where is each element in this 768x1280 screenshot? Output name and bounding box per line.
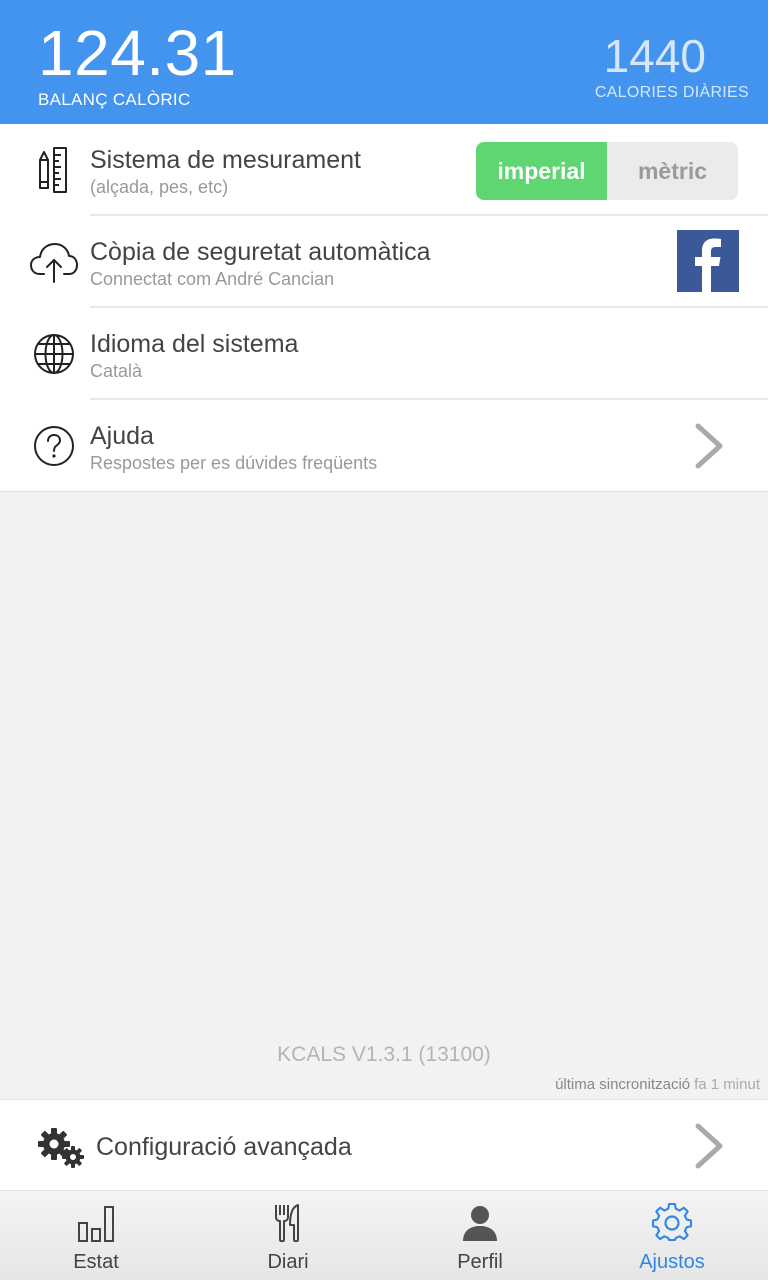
caloric-balance-label: BALANÇ CALÒRIC	[38, 90, 191, 109]
tab-label: Perfil	[457, 1251, 503, 1273]
pencil-ruler-icon	[39, 147, 67, 193]
chevron-right-icon[interactable]	[692, 422, 728, 470]
facebook-button[interactable]	[677, 230, 739, 292]
unit-toggle[interactable]: imperial mètric	[476, 142, 738, 200]
setting-help[interactable]: Ajuda Respostes per es dúvides freqüents	[0, 400, 768, 492]
help-icon	[34, 426, 74, 466]
fork-knife-icon	[275, 1204, 299, 1243]
advanced-settings-label: Configuració avançada	[96, 1133, 352, 1161]
setting-title: Ajuda	[90, 422, 154, 450]
tab-ajustos[interactable]: Ajustos	[576, 1191, 768, 1280]
setting-subtitle: Respostes per es dúvides freqüents	[90, 453, 378, 473]
divider	[0, 491, 768, 492]
setting-system-language[interactable]: Idioma del sistema Català	[0, 308, 768, 400]
daily-calories-value: 1440	[603, 30, 706, 82]
tab-perfil[interactable]: Perfil	[384, 1191, 576, 1280]
tab-diari[interactable]: Diari	[192, 1191, 384, 1280]
last-sync-label: última sincronització	[555, 1076, 691, 1093]
setting-auto-backup[interactable]: Còpia de seguretat automàtica Connectat …	[0, 216, 768, 308]
chevron-right-icon[interactable]	[692, 1122, 728, 1170]
last-sync: última sincronització fa 1 minut	[555, 1076, 760, 1093]
calorie-header: 124.31 BALANÇ CALÒRIC 1440 CALORIES DIÀR…	[0, 0, 768, 124]
advanced-settings-row[interactable]: Configuració avançada	[0, 1099, 768, 1191]
tab-label: Estat	[73, 1251, 119, 1273]
person-icon	[463, 1206, 497, 1241]
tab-estat[interactable]: Estat	[0, 1191, 192, 1280]
tab-label: Diari	[267, 1251, 309, 1273]
daily-calories-label: CALORIES DIÀRIES	[594, 84, 749, 101]
globe-icon	[34, 334, 74, 374]
toggle-metric[interactable]: mètric	[607, 142, 738, 200]
cloud-upload-icon	[30, 243, 78, 283]
setting-title: Sistema de mesurament	[90, 146, 361, 174]
app-version: KCALS V1.3.1 (13100)	[277, 1043, 491, 1066]
setting-measurement-system[interactable]: Sistema de mesurament (alçada, pes, etc)…	[0, 124, 768, 216]
setting-subtitle: Connectat com André Cancian	[90, 269, 335, 289]
gear-icon	[652, 1203, 692, 1242]
setting-subtitle: Català	[90, 361, 143, 381]
setting-title: Idioma del sistema	[90, 330, 299, 358]
settings-list: Sistema de mesurament (alçada, pes, etc)…	[0, 124, 768, 492]
setting-title: Còpia de seguretat automàtica	[90, 238, 431, 266]
bottom-tab-bar: Estat Diari Perfil Ajustos	[0, 1191, 768, 1280]
gears-icon	[38, 1128, 84, 1168]
tab-label: Ajustos	[639, 1251, 705, 1273]
facebook-icon	[695, 238, 721, 292]
bar-chart-icon	[78, 1206, 114, 1242]
last-sync-time: fa 1 minut	[694, 1076, 760, 1093]
caloric-balance-value: 124.31	[38, 17, 237, 89]
toggle-imperial[interactable]: imperial	[476, 142, 607, 200]
setting-subtitle: (alçada, pes, etc)	[90, 177, 229, 197]
